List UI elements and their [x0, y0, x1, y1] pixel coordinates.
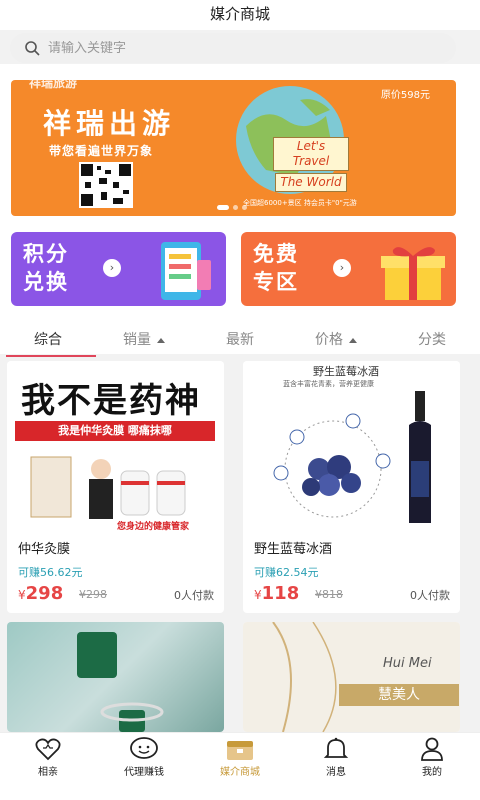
original-price: ¥298: [79, 588, 107, 601]
chevron-right-icon: ›: [103, 259, 121, 277]
sort-up-icon: [349, 337, 357, 343]
nav-item-agent[interactable]: 代理赚钱: [96, 733, 192, 780]
earn-label: 可赚56.62元: [18, 566, 83, 579]
sort-tabs: 综合 销量 最新 价格 分类: [0, 325, 480, 357]
image-tagline: 我是仲华灸膜 哪痛抹哪: [15, 421, 215, 441]
phone-list-icon: [161, 242, 211, 300]
image-headline: 我不是药神: [21, 381, 201, 421]
nav-item-shop[interactable]: 媒介商城: [192, 733, 288, 780]
banner-logo-text: 祥瑞旅游: [29, 80, 78, 90]
tab-category[interactable]: 分类: [384, 325, 480, 355]
user-icon: [421, 737, 443, 761]
gift-box-icon: [381, 247, 445, 300]
nav-label: 媒介商城: [220, 767, 260, 778]
tab-latest[interactable]: 最新: [192, 325, 288, 355]
heart-icon: [35, 738, 61, 761]
product-image: Hui Mei 慧美人: [243, 622, 460, 732]
image-headline: 野生蓝莓冰酒: [313, 365, 379, 378]
qr-code-icon: [79, 162, 133, 208]
product-image: [7, 622, 224, 732]
tile-label-line1: 免费: [253, 242, 299, 266]
nav-label: 相亲: [38, 767, 58, 778]
product-price: ¥298: [18, 583, 64, 604]
bell-icon: [323, 737, 349, 758]
tile-label-line1: 积分: [23, 242, 69, 266]
image-caption: 您身边的健康管家: [117, 522, 190, 532]
earn-label: 可赚62.54元: [254, 566, 319, 579]
bottom-safe-area: [0, 780, 480, 800]
product-image: 我不是药神 我是仲华灸膜 哪痛抹哪 您身边的健康管家: [7, 361, 224, 533]
nav-label: 我的: [422, 767, 442, 778]
product-image: 野生蓝莓冰酒 蓝含丰富花青素，营养更健康: [243, 361, 460, 533]
chevron-right-icon: ›: [333, 259, 351, 277]
points-exchange-tile[interactable]: 积分兑换 ›: [11, 232, 226, 306]
banner-subtitle: 带您看遍世界万象: [49, 144, 154, 158]
travel-sign: Let's Travel The World: [273, 136, 349, 193]
nav-item-messages[interactable]: 消息: [288, 733, 384, 780]
page-title: 媒介商城: [0, 0, 480, 30]
nav-item-dating[interactable]: 相亲: [0, 733, 96, 780]
banner-title: 祥瑞出游: [43, 107, 176, 140]
image-headline: 慧美人: [339, 684, 459, 706]
blueberry-wine-icon: [273, 391, 431, 523]
woman-silhouette-icon: [272, 622, 337, 732]
product-card[interactable]: 我不是药神 我是仲华灸膜 哪痛抹哪 您身边的健康管家 仲华灸膜 可赚56.62元…: [7, 361, 224, 613]
product-name: 仲华灸膜: [18, 542, 71, 557]
tab-sales[interactable]: 销量: [96, 325, 192, 355]
tab-comprehensive[interactable]: 综合: [0, 325, 96, 357]
shop-box-icon: [227, 741, 253, 760]
chat-smile-icon: [130, 737, 158, 759]
image-tagline: 蓝含丰富花青素，营养更健康: [283, 380, 374, 388]
tab-price[interactable]: 价格: [288, 325, 384, 355]
banner-price-tag: 原价598元: [380, 90, 430, 101]
product-card[interactable]: 野生蓝莓冰酒 蓝含丰富花青素，营养更健康 野生蓝莓冰酒 可赚62.54元 ¥11…: [243, 361, 460, 613]
free-zone-tile[interactable]: 免费专区 ›: [241, 232, 456, 306]
product-name: 野生蓝莓冰酒: [254, 542, 333, 557]
product-price: ¥118: [254, 583, 300, 604]
search-input[interactable]: [48, 40, 428, 56]
image-script-title: Hui Mei: [383, 656, 432, 671]
product-card[interactable]: [7, 622, 224, 732]
tile-label-line2: 兑换: [23, 270, 69, 294]
jade-ring-icon: [77, 632, 164, 732]
tile-label-line2: 专区: [253, 270, 299, 294]
product-photo-icon: [30, 456, 186, 519]
product-card[interactable]: Hui Mei 慧美人: [243, 622, 460, 732]
banner-fine-print: 全国超6000+景区 持会员卡"0"元游: [243, 199, 357, 207]
original-price: ¥818: [315, 588, 343, 601]
bottom-nav: 相亲 代理赚钱 媒介商城 消息 我的: [0, 732, 480, 780]
promo-banner[interactable]: 祥瑞旅游 祥瑞出游 带您看遍世界万象 原价598元 Let's Travel Th…: [11, 80, 456, 216]
nav-item-profile[interactable]: 我的: [384, 733, 480, 780]
carousel-dots: [217, 205, 247, 210]
search-bar[interactable]: [10, 33, 456, 63]
nav-label: 消息: [326, 767, 346, 778]
paid-count: 0人付款: [410, 589, 450, 602]
paid-count: 0人付款: [174, 589, 214, 602]
search-icon: [25, 41, 40, 56]
nav-label: 代理赚钱: [124, 767, 164, 778]
sort-up-icon: [157, 337, 165, 343]
